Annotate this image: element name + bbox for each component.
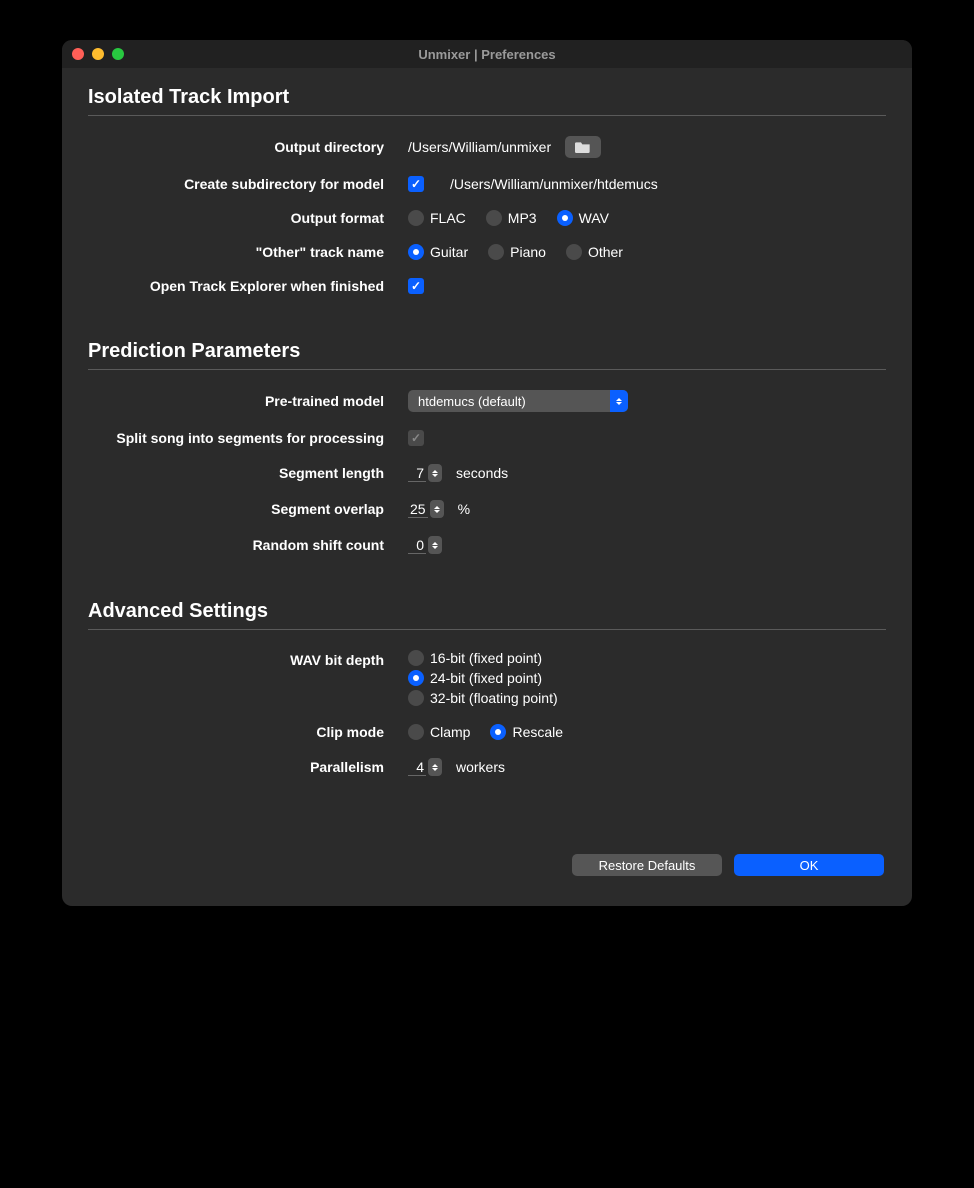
ok-button[interactable]: OK	[734, 854, 884, 876]
output-format-flac-radio[interactable]	[408, 210, 424, 226]
clip-mode-clamp-label: Clamp	[430, 724, 470, 740]
content-area: Isolated Track Import Output directory /…	[62, 68, 912, 906]
parallelism-unit: workers	[456, 759, 505, 775]
wav-32bit-radio[interactable]	[408, 690, 424, 706]
clip-mode-label: Clip mode	[88, 724, 408, 740]
segment-length-label: Segment length	[88, 465, 408, 481]
segment-overlap-unit: %	[458, 501, 470, 517]
window-title: Unmixer | Preferences	[418, 47, 555, 62]
output-format-wav-radio[interactable]	[557, 210, 573, 226]
preferences-window: Unmixer | Preferences Isolated Track Imp…	[62, 40, 912, 906]
create-subdirectory-label: Create subdirectory for model	[88, 176, 408, 192]
segment-overlap-stepper[interactable]	[430, 500, 444, 518]
titlebar: Unmixer | Preferences	[62, 40, 912, 68]
pretrained-model-value: htdemucs (default)	[418, 394, 526, 409]
pretrained-model-label: Pre-trained model	[88, 393, 408, 409]
traffic-lights	[72, 48, 124, 60]
clip-mode-clamp-radio[interactable]	[408, 724, 424, 740]
close-button[interactable]	[72, 48, 84, 60]
wav-24bit-radio[interactable]	[408, 670, 424, 686]
split-song-label: Split song into segments for processing	[88, 430, 408, 446]
clip-mode-rescale-radio[interactable]	[490, 724, 506, 740]
output-directory-path: /Users/William/unmixer	[408, 139, 551, 155]
output-directory-label: Output directory	[88, 139, 408, 155]
segment-length-unit: seconds	[456, 465, 508, 481]
browse-output-directory-button[interactable]	[565, 136, 601, 158]
footer: Restore Defaults OK	[88, 854, 886, 882]
open-track-explorer-label: Open Track Explorer when finished	[88, 278, 408, 294]
random-shift-count-label: Random shift count	[88, 537, 408, 553]
wav-16bit-label: 16-bit (fixed point)	[430, 650, 542, 666]
other-track-piano-label: Piano	[510, 244, 546, 260]
wav-32bit-label: 32-bit (floating point)	[430, 690, 558, 706]
folder-icon	[575, 141, 591, 153]
random-shift-count-input[interactable]: 0	[408, 537, 426, 554]
divider	[88, 629, 886, 630]
output-format-mp3-radio[interactable]	[486, 210, 502, 226]
chevron-updown-icon	[610, 390, 628, 412]
output-format-flac-label: FLAC	[430, 210, 466, 226]
open-track-explorer-checkbox[interactable]: ✓	[408, 278, 424, 294]
section-prediction-parameters-title: Prediction Parameters	[88, 340, 886, 363]
wav-bit-depth-label: WAV bit depth	[88, 650, 408, 668]
section-advanced-settings-title: Advanced Settings	[88, 600, 886, 623]
pretrained-model-select[interactable]: htdemucs (default)	[408, 390, 628, 412]
segment-overlap-label: Segment overlap	[88, 501, 408, 517]
parallelism-stepper[interactable]	[428, 758, 442, 776]
output-format-mp3-label: MP3	[508, 210, 537, 226]
minimize-button[interactable]	[92, 48, 104, 60]
clip-mode-rescale-label: Rescale	[512, 724, 563, 740]
other-track-other-radio[interactable]	[566, 244, 582, 260]
parallelism-input[interactable]: 4	[408, 759, 426, 776]
restore-defaults-button[interactable]: Restore Defaults	[572, 854, 722, 876]
output-format-label: Output format	[88, 210, 408, 226]
wav-24bit-label: 24-bit (fixed point)	[430, 670, 542, 686]
output-format-wav-label: WAV	[579, 210, 609, 226]
segment-overlap-input[interactable]: 25	[408, 501, 428, 518]
maximize-button[interactable]	[112, 48, 124, 60]
split-song-checkbox[interactable]: ✓	[408, 430, 424, 446]
other-track-piano-radio[interactable]	[488, 244, 504, 260]
divider	[88, 115, 886, 116]
other-track-guitar-label: Guitar	[430, 244, 468, 260]
create-subdirectory-path: /Users/William/unmixer/htdemucs	[450, 176, 658, 192]
other-track-guitar-radio[interactable]	[408, 244, 424, 260]
create-subdirectory-checkbox[interactable]: ✓	[408, 176, 424, 192]
parallelism-label: Parallelism	[88, 759, 408, 775]
section-isolated-track-import-title: Isolated Track Import	[88, 86, 886, 109]
divider	[88, 369, 886, 370]
other-track-other-label: Other	[588, 244, 623, 260]
segment-length-stepper[interactable]	[428, 464, 442, 482]
wav-16bit-radio[interactable]	[408, 650, 424, 666]
other-track-name-label: "Other" track name	[88, 244, 408, 260]
segment-length-input[interactable]: 7	[408, 465, 426, 482]
random-shift-count-stepper[interactable]	[428, 536, 442, 554]
